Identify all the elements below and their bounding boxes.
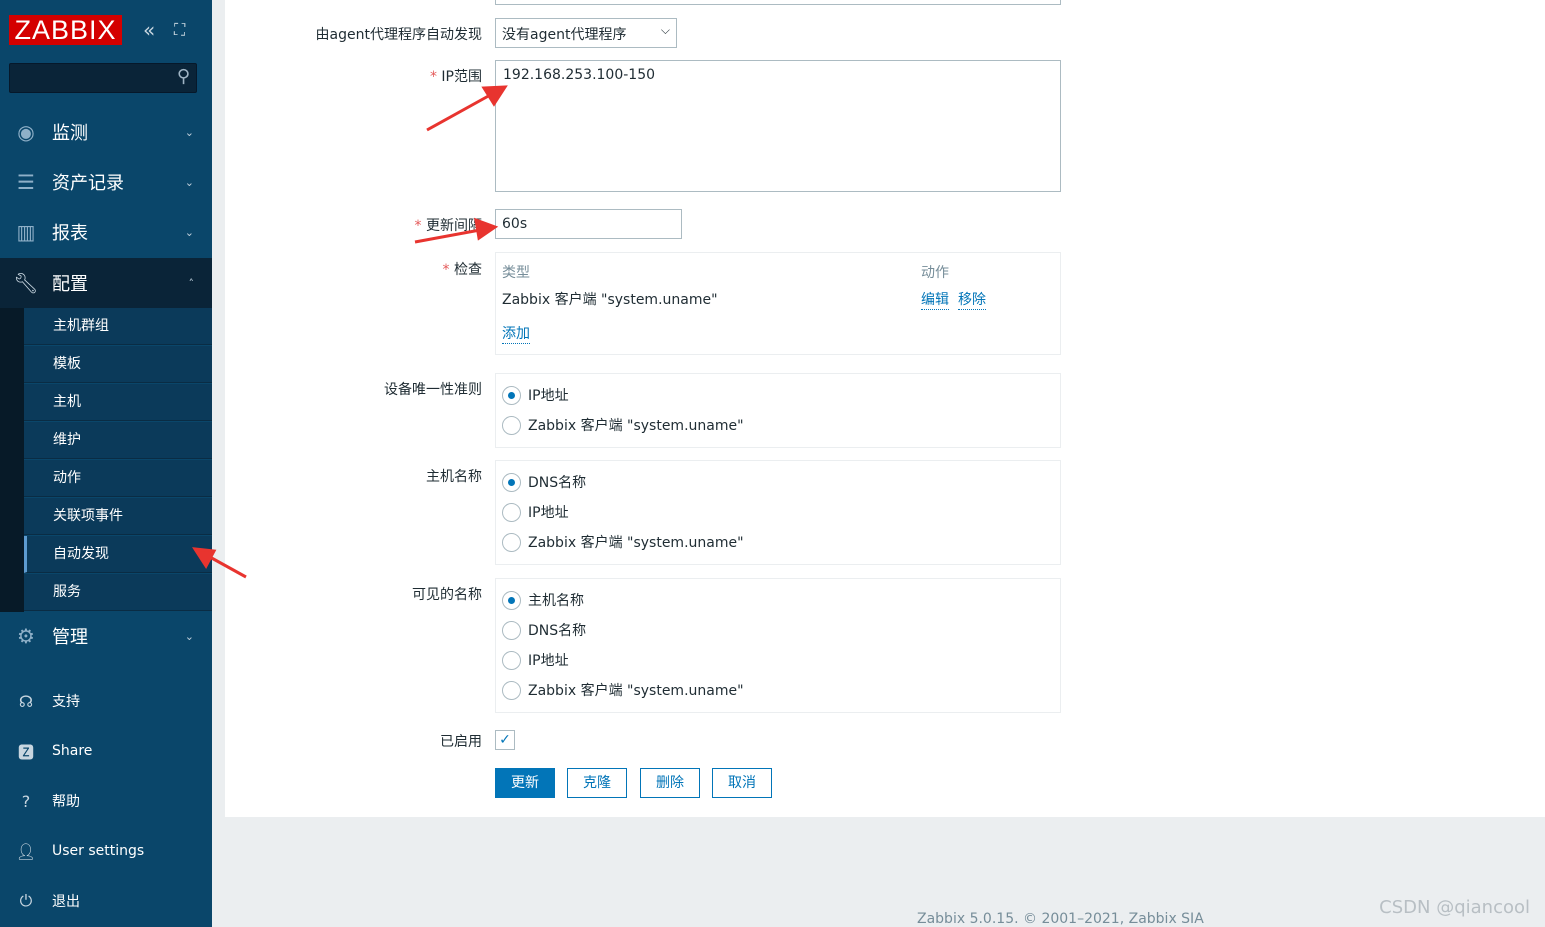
- arrow-ip: [426, 92, 493, 132]
- arrow-interval: [414, 228, 481, 244]
- arrow-ip-head: [481, 85, 508, 107]
- arrow-interval-head: [474, 217, 499, 241]
- arrow-discovery-head: [192, 547, 217, 569]
- annotation-arrows: [192, 85, 508, 579]
- arrow-discovery: [207, 554, 247, 579]
